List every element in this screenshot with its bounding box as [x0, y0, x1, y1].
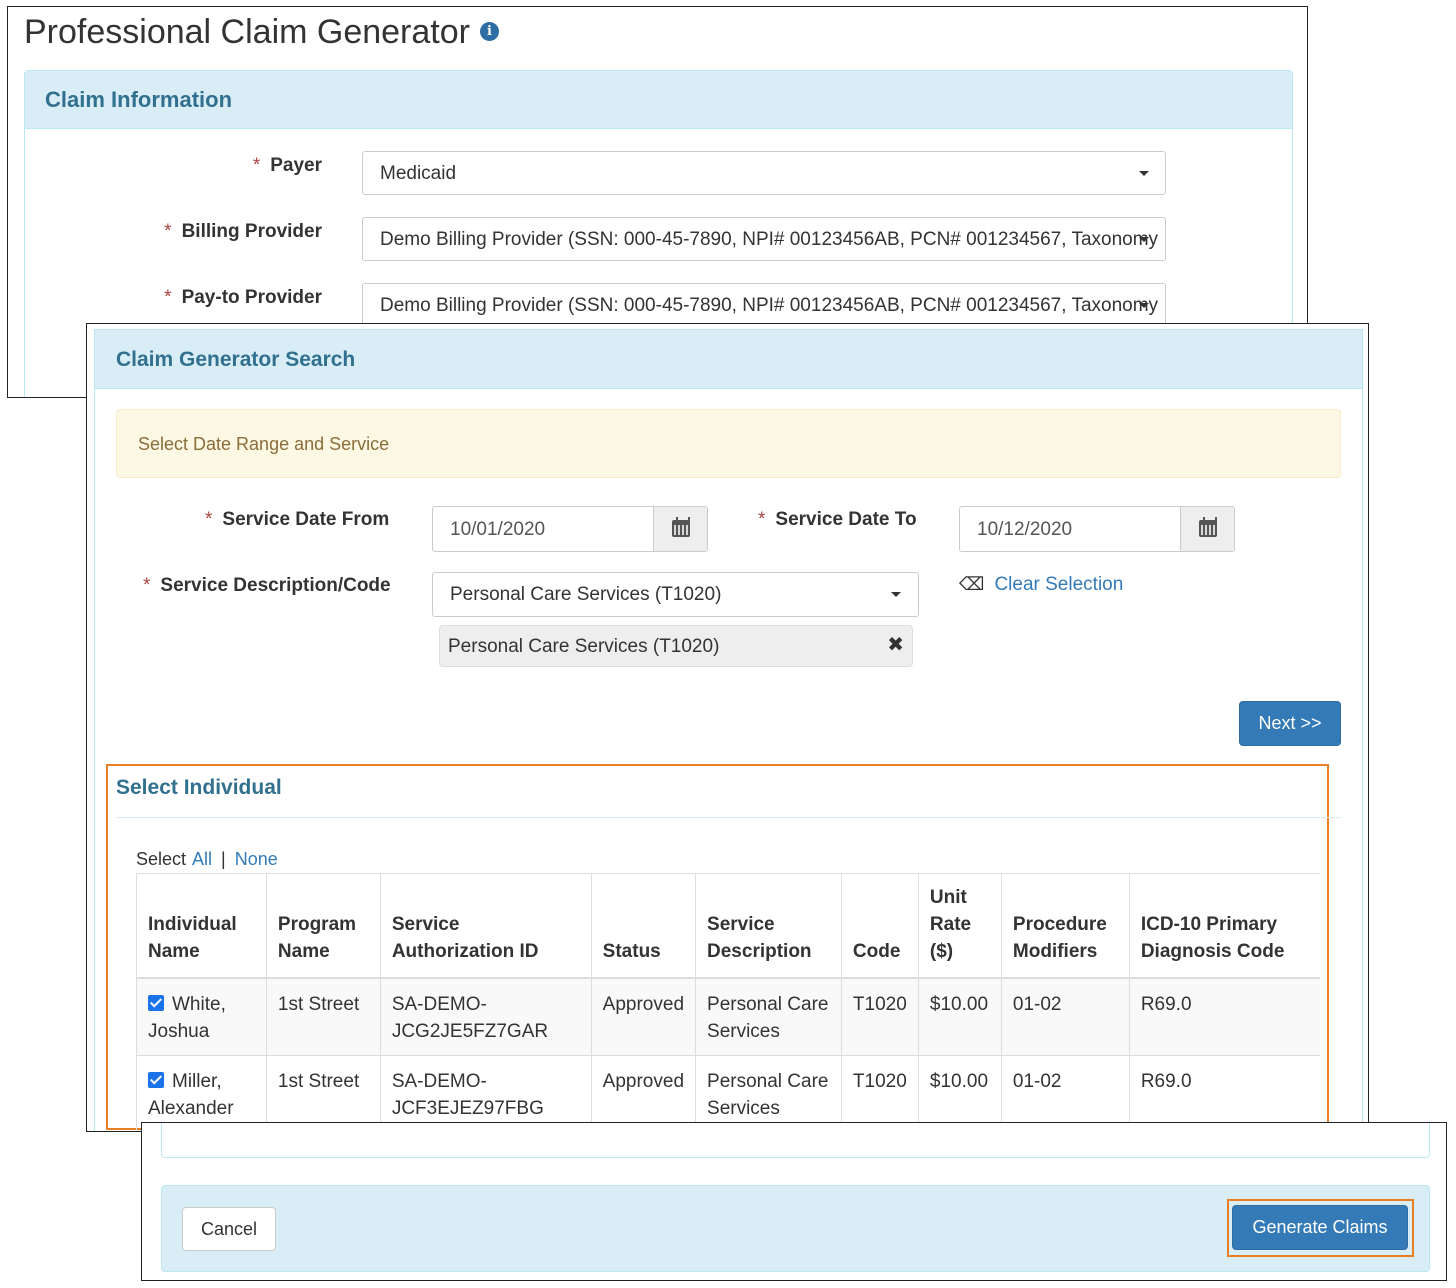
cancel-button[interactable]: Cancel — [182, 1207, 276, 1251]
col-individual-name[interactable]: Individual Name — [136, 873, 267, 979]
pay-to-provider-select[interactable]: Demo Billing Provider (SSN: 000-45-7890,… — [362, 283, 1166, 327]
select-none-link[interactable]: None — [235, 849, 278, 869]
program-name-cell: 1st Street — [266, 977, 381, 1055]
claim-information-heading: Claim Information — [25, 71, 1292, 129]
service-date-to-label-text: Service Date To — [775, 509, 917, 530]
col-icd10-diagnosis-code[interactable]: ICD-10 Primary Diagnosis Code — [1129, 873, 1320, 979]
page-title: Professional Claim Generator i — [24, 13, 499, 52]
individual-name-cell: White, Joshua — [136, 977, 267, 1055]
select-all-none: Select All | None — [136, 849, 278, 870]
pay-to-provider-select-value: Demo Billing Provider (SSN: 000-45-7890,… — [380, 295, 1159, 316]
chevron-down-icon — [1139, 237, 1149, 242]
required-marker: * — [758, 509, 766, 530]
authorization-id-cell: SA-DEMO- JCG2JE5FZ7GAR — [380, 977, 592, 1055]
row-checkbox[interactable] — [148, 995, 164, 1011]
service-description-label-text: Service Description/Code — [160, 575, 391, 596]
claim-actions-window: Cancel Generate Claims — [141, 1122, 1447, 1281]
col-program-name[interactable]: Program Name — [266, 873, 381, 979]
payer-label: * Payer — [253, 155, 322, 177]
next-button[interactable]: Next >> — [1239, 701, 1341, 746]
chevron-down-icon — [1139, 303, 1149, 308]
pay-to-provider-label: * Pay-to Provider — [164, 287, 322, 309]
selected-service-chip: Personal Care Services (T1020) ✖ — [439, 625, 913, 667]
service-description-value: Personal Care Services (T1020) — [450, 584, 722, 605]
pay-to-provider-label-text: Pay-to Provider — [181, 287, 322, 308]
code-cell: T1020 — [841, 1054, 919, 1131]
payer-select[interactable]: Medicaid — [362, 151, 1166, 195]
select-label: Select — [136, 849, 187, 869]
program-name-cell: 1st Street — [266, 1054, 381, 1131]
row-checkbox[interactable] — [148, 1071, 164, 1088]
individuals-table: Individual Name Program Name Service Author… — [136, 873, 1320, 1131]
page-title-text: Professional Claim Generator — [24, 13, 470, 51]
service-date-to-label: * Service Date To — [758, 509, 917, 531]
calendar-icon — [1199, 517, 1217, 537]
icd10-cell: R69.0 — [1129, 1054, 1320, 1131]
clear-selection-link[interactable]: ⌫ Clear Selection — [959, 574, 1123, 596]
select-all-link[interactable]: All — [192, 849, 212, 869]
date-from-calendar-button[interactable] — [653, 507, 707, 551]
generate-claims-button[interactable]: Generate Claims — [1232, 1205, 1408, 1250]
eraser-icon: ⌫ — [959, 574, 985, 594]
selected-service-chip-text: Personal Care Services (T1020) — [448, 636, 720, 657]
clear-selection-text: Clear Selection — [994, 574, 1124, 595]
service-description-cell: Personal Care Services — [695, 1054, 842, 1131]
service-date-from-value: 10/01/2020 — [450, 519, 546, 540]
billing-provider-select[interactable]: Demo Billing Provider (SSN: 000-45-7890,… — [362, 217, 1166, 261]
individual-name-cell: Miller, Alexander — [136, 1054, 267, 1131]
status-cell: Approved — [591, 977, 697, 1055]
unit-rate-cell: $10.00 — [918, 1054, 1002, 1131]
link-separator: | — [221, 849, 226, 869]
table-header-row: Individual Name Program Name Service Author… — [136, 873, 1320, 979]
date-range-alert: Select Date Range and Service — [116, 409, 1341, 478]
billing-provider-select-value: Demo Billing Provider (SSN: 000-45-7890,… — [380, 229, 1159, 250]
service-date-from-label: * Service Date From — [205, 509, 389, 531]
section-divider — [116, 817, 1341, 818]
required-marker: * — [143, 575, 151, 596]
info-icon[interactable]: i — [479, 21, 499, 41]
table-row[interactable]: Miller, Alexander 1st Street SA-DEMO- JCF3… — [136, 1054, 1320, 1131]
icd10-cell: R69.0 — [1129, 977, 1320, 1055]
col-code[interactable]: Code — [841, 873, 919, 979]
service-description-select[interactable]: Personal Care Services (T1020) — [432, 572, 919, 617]
col-unit-rate[interactable]: Unit Rate ($) — [918, 873, 1002, 979]
required-marker: * — [252, 155, 261, 176]
col-service-authorization-id[interactable]: Service Authorization ID — [380, 873, 592, 979]
claim-generator-search-window: Claim Generator Search Select Date Range… — [86, 323, 1369, 1132]
remove-chip-icon[interactable]: ✖ — [887, 632, 904, 657]
required-marker: * — [205, 509, 213, 530]
claim-generator-search-heading: Claim Generator Search — [94, 329, 1363, 389]
status-cell: Approved — [591, 1054, 697, 1131]
service-description-cell: Personal Care Services — [695, 977, 842, 1055]
service-date-from-label-text: Service Date From — [222, 509, 390, 530]
payer-select-value: Medicaid — [380, 163, 457, 184]
service-date-to-input[interactable]: 10/12/2020 — [959, 506, 1235, 552]
service-date-from-input[interactable]: 10/01/2020 — [432, 506, 708, 552]
col-procedure-modifiers[interactable]: Procedure Modifiers — [1001, 873, 1130, 979]
billing-provider-label: * Billing Provider — [164, 221, 322, 243]
required-marker: * — [164, 287, 172, 308]
payer-label-text: Payer — [270, 155, 322, 176]
panel-bottom-edge — [161, 1123, 1430, 1158]
authorization-id-cell: SA-DEMO- JCF3EJEZ97FBG — [380, 1054, 592, 1131]
modifiers-cell: 01-02 — [1001, 977, 1130, 1055]
billing-provider-label-text: Billing Provider — [181, 221, 322, 242]
select-individual-heading: Select Individual — [116, 776, 282, 799]
unit-rate-cell: $10.00 — [918, 977, 1002, 1055]
chevron-down-icon — [891, 592, 901, 597]
table-row[interactable]: White, Joshua 1st Street SA-DEMO- JCG2JE5F… — [136, 977, 1320, 1055]
modifiers-cell: 01-02 — [1001, 1054, 1130, 1131]
chevron-down-icon — [1139, 171, 1149, 176]
col-service-description[interactable]: Service Description — [695, 873, 842, 979]
service-description-label: * Service Description/Code — [143, 575, 391, 597]
service-date-to-value: 10/12/2020 — [977, 519, 1073, 540]
required-marker: * — [164, 221, 172, 242]
calendar-icon — [672, 517, 690, 537]
date-to-calendar-button[interactable] — [1180, 507, 1234, 551]
code-cell: T1020 — [841, 977, 919, 1055]
col-status[interactable]: Status — [591, 873, 697, 979]
